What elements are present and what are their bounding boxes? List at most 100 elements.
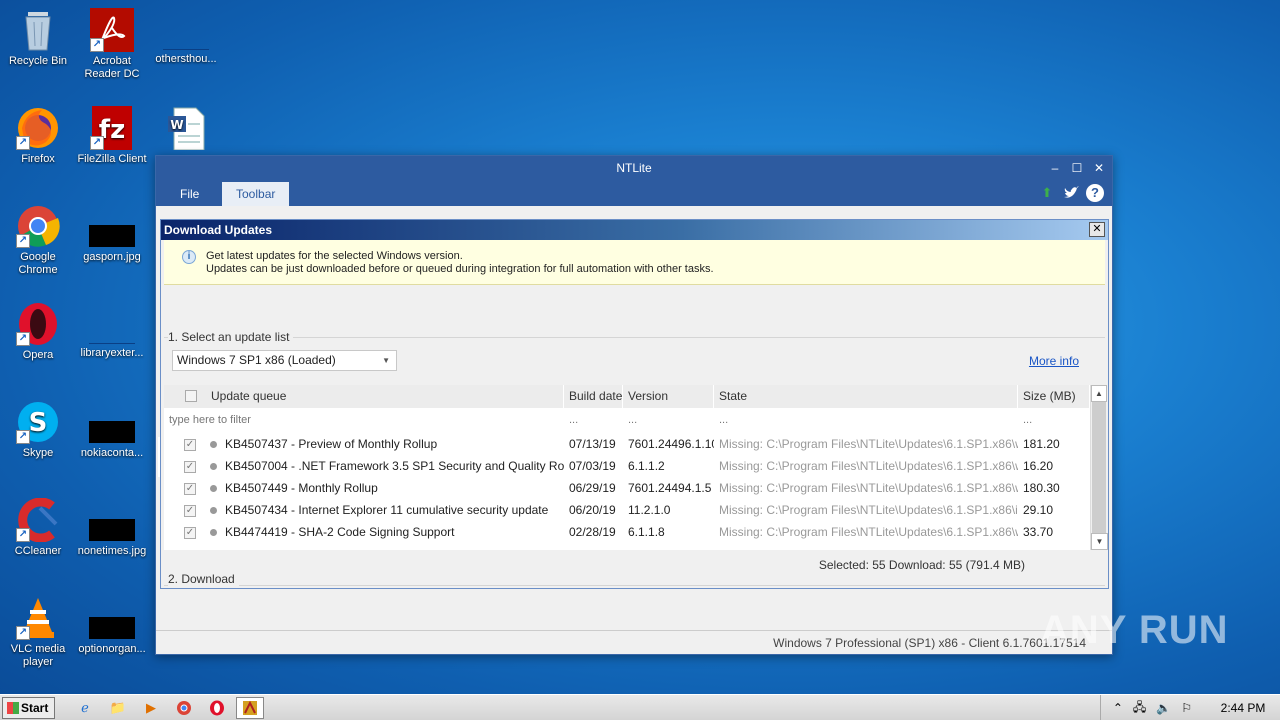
tab-toolbar[interactable]: Toolbar: [222, 182, 290, 206]
vlc-icon: ↗: [16, 596, 60, 640]
version-cell: 7601.24496.1.10: [628, 437, 714, 451]
close-button[interactable]: ✕: [1092, 156, 1106, 181]
filter-input[interactable]: type here to filter: [164, 408, 564, 433]
table-row[interactable]: ✓ KB4507437 - Preview of Monthly Rollup 07…: [164, 433, 1090, 455]
maximize-button[interactable]: ☐: [1070, 156, 1084, 181]
filter-version[interactable]: ...: [623, 408, 714, 433]
status-dot-icon: [210, 529, 217, 537]
desktop-icon-label: nonetimes.jpg: [77, 545, 147, 557]
column-update-queue[interactable]: Update queue: [164, 385, 564, 408]
column-build-date[interactable]: Build date: [564, 385, 623, 408]
skype-icon: S ↗: [16, 400, 60, 444]
select-all-checkbox[interactable]: [185, 390, 197, 402]
scroll-thumb[interactable]: [1092, 402, 1106, 533]
chrome-taskbar-icon[interactable]: [170, 697, 198, 719]
start-button[interactable]: Start: [2, 696, 55, 719]
info-icon: i: [182, 250, 196, 264]
desktop-icon-opera[interactable]: ↗ Opera: [0, 302, 76, 362]
desktop-icon-nonetimes[interactable]: nonetimes.jpg: [74, 502, 150, 558]
table-row[interactable]: ✓ KB4507004 - .NET Framework 3.5 SP1 Secu…: [164, 455, 1090, 477]
shortcut-arrow-icon: ↗: [16, 136, 30, 150]
desktop-icon-label: Skype: [22, 447, 54, 459]
help-icon[interactable]: ?: [1086, 184, 1104, 202]
volume-icon[interactable]: 🔈: [1156, 701, 1171, 715]
desktop-icon-label: othersthou...: [155, 53, 217, 65]
grid-scrollbar[interactable]: ▲ ▼: [1090, 385, 1108, 550]
desktop-icon-word-doc[interactable]: W: [148, 106, 224, 153]
windows-logo-icon: [7, 702, 19, 715]
twitter-icon[interactable]: [1062, 184, 1080, 202]
ntlite-taskbar-icon[interactable]: [236, 696, 264, 719]
media-player-icon[interactable]: ▶: [137, 697, 165, 719]
dialog-close-button[interactable]: ✕: [1089, 222, 1105, 237]
image-thumbnail: [89, 519, 135, 541]
desktop-icon-vlc[interactable]: ↗ VLC media player: [0, 596, 76, 669]
explorer-icon[interactable]: 📁: [104, 697, 132, 719]
shortcut-arrow-icon: ↗: [16, 234, 30, 248]
desktop-icon-skype[interactable]: S ↗ Skype: [0, 400, 76, 460]
update-name: KB4474419 - SHA-2 Code Signing Support: [225, 525, 455, 539]
column-version[interactable]: Version: [623, 385, 714, 408]
desktop-icon-nokiaconta[interactable]: nokiaconta...: [74, 404, 150, 460]
row-name-cell: ✓ KB4507449 - Monthly Rollup: [164, 477, 564, 499]
select-value: Windows 7 SP1 x86 (Loaded): [177, 353, 336, 367]
scroll-down-button[interactable]: ▼: [1091, 533, 1108, 550]
build-date-cell: 07/13/19: [569, 437, 616, 451]
desktop-icon-libraryexter[interactable]: libraryexter...: [74, 302, 150, 360]
show-hidden-icons-icon[interactable]: ⌃: [1113, 701, 1123, 715]
tab-file[interactable]: File: [166, 182, 213, 206]
desktop-icon-label: optionorgan...: [78, 643, 146, 655]
column-label: Update queue: [211, 389, 287, 403]
status-dot-icon: [210, 463, 217, 471]
filter-build[interactable]: ...: [564, 408, 623, 433]
row-checkbox[interactable]: ✓: [184, 438, 196, 451]
update-arrow-icon[interactable]: ⬆: [1038, 184, 1056, 202]
row-checkbox[interactable]: ✓: [184, 526, 196, 539]
scroll-up-button[interactable]: ▲: [1091, 385, 1107, 402]
table-row[interactable]: ✓ KB4507434 - Internet Explorer 11 cumula…: [164, 499, 1090, 521]
row-checkbox[interactable]: ✓: [184, 460, 196, 473]
desktop-icon-othersthou[interactable]: othersthou...: [148, 8, 224, 66]
desktop-icon-acrobat[interactable]: ↗ Acrobat Reader DC: [74, 8, 150, 81]
grid-header: Update queue Build date Version State Si…: [164, 385, 1090, 408]
desktop-icon-filezilla[interactable]: fz ↗ FileZilla Client: [74, 106, 150, 166]
desktop-icon-label: CCleaner: [14, 545, 62, 557]
state-cell: Missing: C:\Program Files\NTLite\Updates…: [719, 459, 1018, 473]
desktop-icon-label: VLC media player: [10, 643, 66, 668]
filter-state[interactable]: ...: [714, 408, 1018, 433]
column-state[interactable]: State: [714, 385, 1018, 408]
desktop-icon-recycle-bin[interactable]: Recycle Bin: [0, 8, 76, 68]
file-thumbnail: [89, 324, 135, 344]
filter-size[interactable]: ...: [1018, 408, 1090, 433]
row-checkbox[interactable]: ✓: [184, 504, 196, 517]
action-center-flag-icon[interactable]: ⚐: [1181, 701, 1192, 715]
shortcut-arrow-icon: ↗: [90, 38, 104, 52]
column-size[interactable]: Size (MB): [1018, 385, 1090, 408]
update-list-select[interactable]: Windows 7 SP1 x86 (Loaded) ▼: [172, 350, 397, 371]
row-name-cell: ✓ KB4507004 - .NET Framework 3.5 SP1 Secu…: [164, 455, 564, 477]
desktop-icon-optionorgan[interactable]: optionorgan...: [74, 600, 150, 656]
row-checkbox[interactable]: ✓: [184, 482, 196, 495]
size-cell: 181.20: [1023, 437, 1060, 451]
opera-taskbar-icon[interactable]: [203, 697, 231, 719]
desktop-icon-chrome[interactable]: ↗ Google Chrome: [0, 204, 76, 277]
desktop-icon-ccleaner[interactable]: ↗ CCleaner: [0, 497, 76, 558]
build-date-cell: 06/20/19: [569, 503, 616, 517]
desktop-icon-label: Opera: [22, 349, 54, 361]
desktop-icon-gasporn[interactable]: gasporn.jpg: [74, 208, 150, 264]
ribbon-tabs: File Toolbar ⬆ ?: [156, 181, 1112, 206]
update-name: KB4507434 - Internet Explorer 11 cumulat…: [225, 503, 549, 517]
window-title: NTLite: [616, 161, 652, 175]
table-row[interactable]: ✓ KB4507449 - Monthly Rollup 06/29/19 7601.…: [164, 477, 1090, 499]
desktop-icon-label: FileZilla Client: [77, 153, 147, 165]
network-icon[interactable]: 🖧: [1133, 698, 1146, 719]
firefox-icon: ↗: [16, 106, 60, 150]
more-info-link[interactable]: More info: [1029, 354, 1079, 368]
table-row[interactable]: ✓ KB4474419 - SHA-2 Code Signing Support 0…: [164, 521, 1090, 543]
shortcut-arrow-icon: ↗: [16, 430, 30, 444]
clock[interactable]: 2:44 PM: [1218, 701, 1268, 715]
download-updates-dialog: Download Updates ✕ i Get latest updates …: [160, 219, 1109, 589]
minimize-button[interactable]: –: [1048, 156, 1062, 181]
ie-icon[interactable]: ℯ: [71, 697, 99, 719]
desktop-icon-firefox[interactable]: ↗ Firefox: [0, 106, 76, 166]
